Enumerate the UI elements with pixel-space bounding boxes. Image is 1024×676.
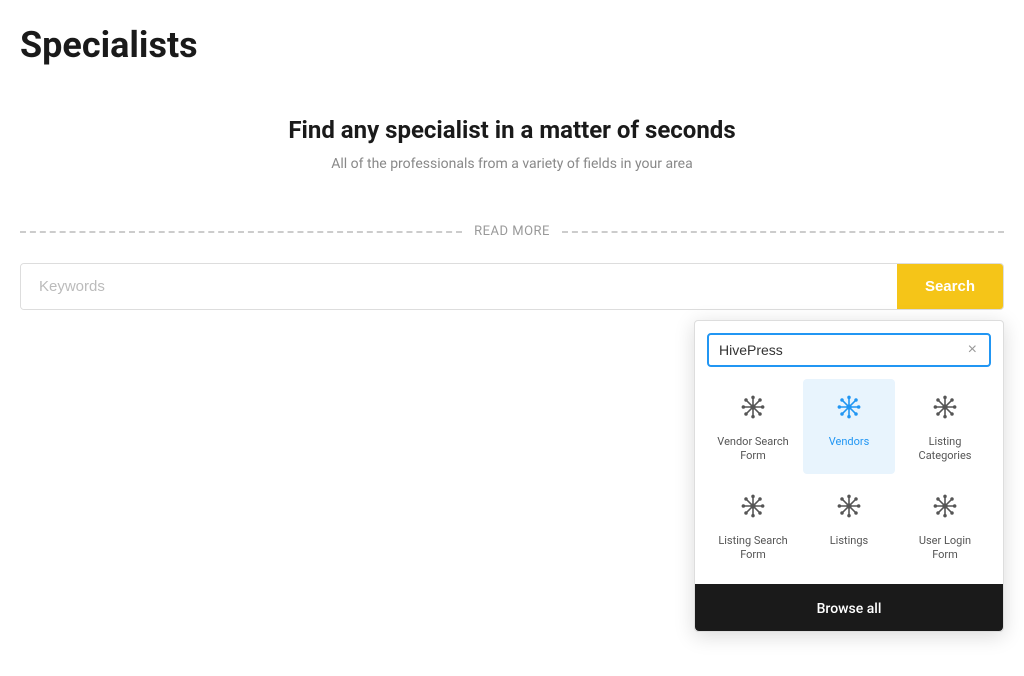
block-item-user-login-form[interactable]: User Login Form bbox=[899, 478, 991, 573]
hero-heading: Find any specialist in a matter of secon… bbox=[20, 116, 1004, 144]
user-login-form-label: User Login Form bbox=[907, 534, 983, 563]
block-item-listings[interactable]: Listings bbox=[803, 478, 895, 573]
vendor-search-form-icon bbox=[739, 393, 767, 427]
listing-search-form-icon bbox=[739, 492, 767, 526]
browse-all-label: Browse all bbox=[817, 601, 882, 617]
listing-categories-label: Listing Categories bbox=[907, 435, 983, 464]
block-picker-footer[interactable]: Browse all bbox=[695, 584, 1003, 631]
read-more-divider: READ MORE bbox=[20, 224, 1004, 239]
user-login-form-icon bbox=[931, 492, 959, 526]
block-picker-grid: Vendor Search Form Vendors bbox=[695, 367, 1003, 584]
vendors-icon bbox=[835, 393, 863, 427]
hero-subtext: All of the professionals from a variety … bbox=[20, 156, 1004, 172]
listings-label: Listings bbox=[830, 534, 868, 548]
block-item-vendor-search-form[interactable]: Vendor Search Form bbox=[707, 379, 799, 474]
listing-categories-icon bbox=[931, 393, 959, 427]
vendor-search-form-label: Vendor Search Form bbox=[715, 435, 791, 464]
listing-search-form-label: Listing Search Form bbox=[715, 534, 791, 563]
listings-icon bbox=[835, 492, 863, 526]
block-item-listing-categories[interactable]: Listing Categories bbox=[899, 379, 991, 474]
read-more-label[interactable]: READ MORE bbox=[474, 224, 550, 239]
search-button[interactable]: Search bbox=[897, 264, 1003, 309]
search-input[interactable] bbox=[21, 264, 897, 309]
block-picker-search-area: × bbox=[695, 321, 1003, 367]
block-picker-input[interactable] bbox=[719, 342, 966, 358]
dashed-line-left bbox=[20, 231, 462, 233]
page-title: Specialists bbox=[20, 24, 1004, 66]
block-picker-clear-button[interactable]: × bbox=[966, 341, 979, 359]
page-wrapper: Specialists Find any specialist in a mat… bbox=[0, 0, 1024, 390]
block-item-listing-search-form[interactable]: Listing Search Form bbox=[707, 478, 799, 573]
dashed-line-right bbox=[562, 231, 1004, 233]
hero-section: Find any specialist in a matter of secon… bbox=[20, 96, 1004, 208]
block-picker-input-wrapper: × bbox=[707, 333, 991, 367]
block-picker: × V bbox=[694, 320, 1004, 632]
vendors-label: Vendors bbox=[829, 435, 870, 449]
search-bar: Search bbox=[20, 263, 1004, 310]
block-item-vendors[interactable]: Vendors bbox=[803, 379, 895, 474]
